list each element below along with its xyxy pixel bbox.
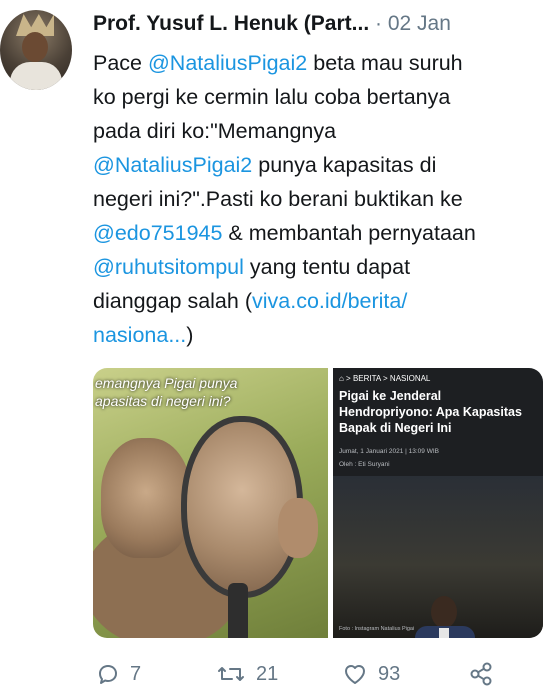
- tweet-text-line: @ruhutsitompul yang tentu dapat: [93, 250, 548, 284]
- news-photo-credit: Foto : Instagram Natalius Pigai: [339, 626, 415, 632]
- mention-link[interactable]: @edo751945: [93, 221, 222, 245]
- tweet-text-line: nasiona...): [93, 318, 548, 352]
- avatar-shirt: [10, 62, 62, 90]
- news-title-line1: Pigai ke Jenderal: [339, 389, 442, 403]
- tweet-text-segment: & membantah pernyataan: [222, 221, 476, 245]
- reply-icon: [96, 662, 120, 686]
- mention-link[interactable]: @ruhutsitompul: [93, 255, 244, 279]
- url-link[interactable]: viva.co.id/berita/: [252, 289, 407, 313]
- tweet-text-segment: punya kapasitas di: [252, 153, 437, 177]
- tweet-header: Prof. Yusuf L. Henuk (Part... · 02 Jan: [93, 12, 451, 36]
- tweet-text-segment: yang tentu dapat: [243, 255, 411, 279]
- tweet-text-segment: pada diri ko:"Memangnya: [93, 119, 337, 143]
- retweet-count: 21: [256, 662, 279, 685]
- image-caption-line1: emangnya Pigai punya: [95, 375, 238, 391]
- news-author: Oleh : Eti Suryani: [339, 461, 390, 468]
- share-button[interactable]: [468, 656, 494, 692]
- reply-button[interactable]: 7: [96, 656, 141, 692]
- person-head: [431, 596, 457, 628]
- like-button[interactable]: 93: [342, 656, 400, 692]
- tweet-actions: 7 21 93: [96, 656, 548, 696]
- news-title-line3: Bapak di Negeri Ini: [339, 421, 452, 435]
- news-meta: Jumat, 1 Januari 2021 | 13:09 WIB: [339, 448, 439, 455]
- news-title: Pigai ke Jenderal Hendropriyono: Apa Kap…: [339, 388, 543, 436]
- tweet-text-segment: Pace: [93, 51, 148, 75]
- news-photo: [333, 476, 543, 638]
- retweet-icon: [216, 662, 246, 686]
- tweet-text-line: pada diri ko:"Memangnya: [93, 114, 548, 148]
- tweet-text-segment: ko pergi ke cermin lalu coba bertanya: [93, 85, 451, 109]
- tweet-media[interactable]: emangnya Pigai punya apasitas di negeri …: [93, 368, 543, 638]
- tweet-text-line: Pace @NataliusPigai2 beta mau suruh: [93, 46, 548, 80]
- tweet-date[interactable]: · 02 Jan: [375, 12, 451, 35]
- like-icon: [342, 662, 368, 686]
- monkey-head: [101, 438, 191, 558]
- tweet-text-segment: negeri ini?".Pasti ko berani buktikan ke: [93, 187, 463, 211]
- tweet-text-line: negeri ini?".Pasti ko berani buktikan ke: [93, 182, 548, 216]
- share-icon: [468, 661, 494, 687]
- news-breadcrumb: ⌂ > BERITA > NASIONAL: [339, 374, 431, 383]
- mention-link[interactable]: @NataliusPigai2: [93, 153, 252, 177]
- person-shirt: [439, 628, 449, 638]
- tweet-text-line: ko pergi ke cermin lalu coba bertanya: [93, 80, 548, 114]
- avatar-face: [22, 32, 48, 62]
- author-avatar[interactable]: [0, 10, 72, 90]
- author-name[interactable]: Prof. Yusuf L. Henuk (Part...: [93, 12, 369, 35]
- like-count: 93: [378, 662, 401, 685]
- tweet-text-segment: ): [186, 323, 194, 347]
- mention-link[interactable]: @NataliusPigai2: [148, 51, 307, 75]
- tweet-text-segment: beta mau suruh: [307, 51, 463, 75]
- mirror-handle: [228, 583, 248, 638]
- image-caption: emangnya Pigai punya apasitas di negeri …: [95, 374, 237, 410]
- tweet-text-line: @edo751945 & membantah pernyataan: [93, 216, 548, 250]
- media-image-news[interactable]: ⌂ > BERITA > NASIONAL Pigai ke Jenderal …: [333, 368, 543, 638]
- news-title-line2: Hendropriyono: Apa Kapasitas: [339, 405, 522, 419]
- url-link[interactable]: nasiona...: [93, 323, 186, 347]
- image-caption-line2: apasitas di negeri ini?: [95, 393, 231, 409]
- retweet-button[interactable]: 21: [216, 656, 278, 692]
- media-image-monkey[interactable]: emangnya Pigai punya apasitas di negeri …: [93, 368, 328, 638]
- tweet-text-segment: dianggap salah (: [93, 289, 252, 313]
- monkey-hand: [278, 498, 318, 558]
- tweet-text-line: dianggap salah (viva.co.id/berita/: [93, 284, 548, 318]
- tweet-text: Pace @NataliusPigai2 beta mau suruh ko pe…: [93, 46, 548, 352]
- reply-count: 7: [130, 662, 142, 685]
- tweet-text-line: @NataliusPigai2 punya kapasitas di: [93, 148, 548, 182]
